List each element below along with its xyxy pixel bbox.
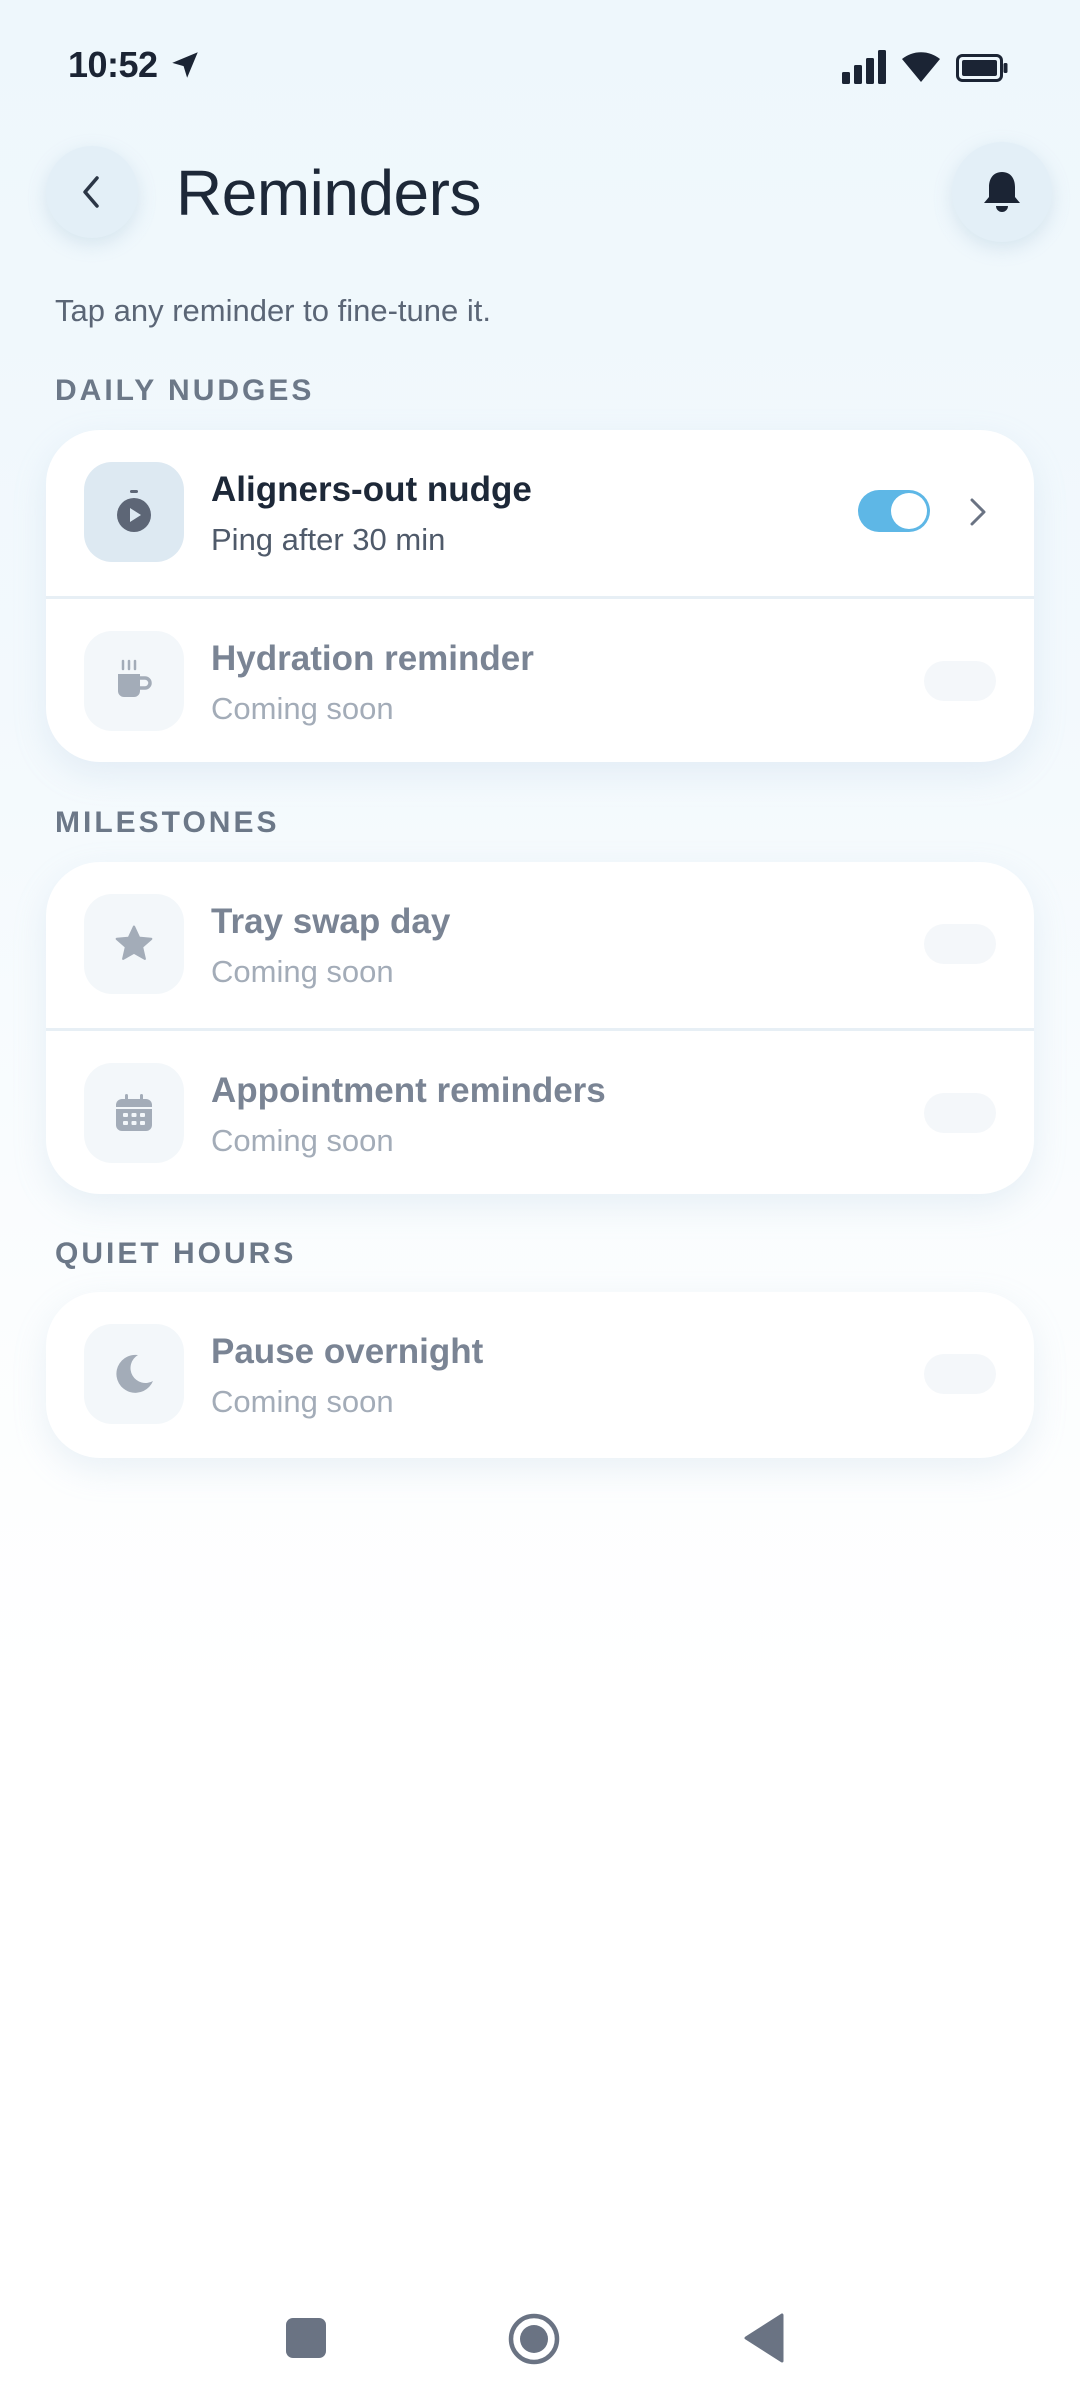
reminder-toggle-disabled (924, 924, 996, 964)
section-label-milestones: MILESTONES (55, 806, 280, 839)
reminder-subtitle: Coming soon (211, 1123, 394, 1158)
reminder-toggle-disabled (924, 661, 996, 701)
notifications-button[interactable] (952, 142, 1052, 242)
chevron-left-icon (83, 176, 99, 208)
recents-square-icon[interactable] (286, 2318, 326, 2358)
card-daily-nudges: Aligners-out nudge Ping after 30 min Hyd… (46, 430, 1034, 762)
location-arrow-icon (172, 52, 198, 78)
home-circle-icon[interactable] (507, 2312, 561, 2366)
star-icon (84, 894, 184, 994)
status-bar: 10:52 (0, 0, 1080, 130)
reminder-title: Aligners-out nudge (211, 470, 532, 509)
reminder-title: Appointment reminders (211, 1071, 606, 1110)
cup-icon (84, 631, 184, 731)
reminder-row-aligners-out[interactable]: Aligners-out nudge Ping after 30 min (46, 430, 1034, 596)
wifi-icon (902, 52, 940, 82)
reminder-subtitle: Coming soon (211, 954, 394, 989)
back-button[interactable] (46, 146, 138, 238)
reminder-row-pause-overnight: Pause overnight Coming soon (46, 1292, 1034, 1458)
calendar-icon (84, 1063, 184, 1163)
reminder-title: Pause overnight (211, 1332, 484, 1371)
page-subtitle: Tap any reminder to fine-tune it. (55, 293, 491, 328)
reminder-toggle-disabled (924, 1093, 996, 1133)
card-milestones: Tray swap day Coming soon Appointment re… (46, 862, 1034, 1194)
section-label-quiet-hours: QUIET HOURS (55, 1237, 297, 1270)
reminder-title: Hydration reminder (211, 639, 534, 678)
back-triangle-icon[interactable] (742, 2312, 786, 2364)
page-title: Reminders (176, 157, 481, 229)
status-time: 10:52 (68, 44, 158, 85)
reminder-row-hydration: Hydration reminder Coming soon (46, 596, 1034, 762)
moon-icon (84, 1324, 184, 1424)
reminder-subtitle: Coming soon (211, 1384, 394, 1419)
reminder-row-tray-swap: Tray swap day Coming soon (46, 862, 1034, 1028)
chevron-right-icon[interactable] (966, 494, 990, 530)
reminder-row-appointments: Appointment reminders Coming soon (46, 1028, 1034, 1194)
bell-icon (984, 172, 1020, 212)
battery-icon (956, 54, 1008, 82)
reminder-toggle-disabled (924, 1354, 996, 1394)
reminder-subtitle: Coming soon (211, 691, 394, 726)
toggle-knob (891, 493, 927, 529)
timer-icon (84, 462, 184, 562)
cellular-signal-icon (842, 50, 886, 84)
card-quiet-hours: Pause overnight Coming soon (46, 1292, 1034, 1458)
section-label-daily-nudges: DAILY NUDGES (55, 374, 315, 407)
reminder-subtitle: Ping after 30 min (211, 522, 446, 557)
system-nav-bar (0, 2290, 1080, 2380)
reminder-toggle[interactable] (858, 490, 930, 532)
reminder-title: Tray swap day (211, 902, 451, 941)
